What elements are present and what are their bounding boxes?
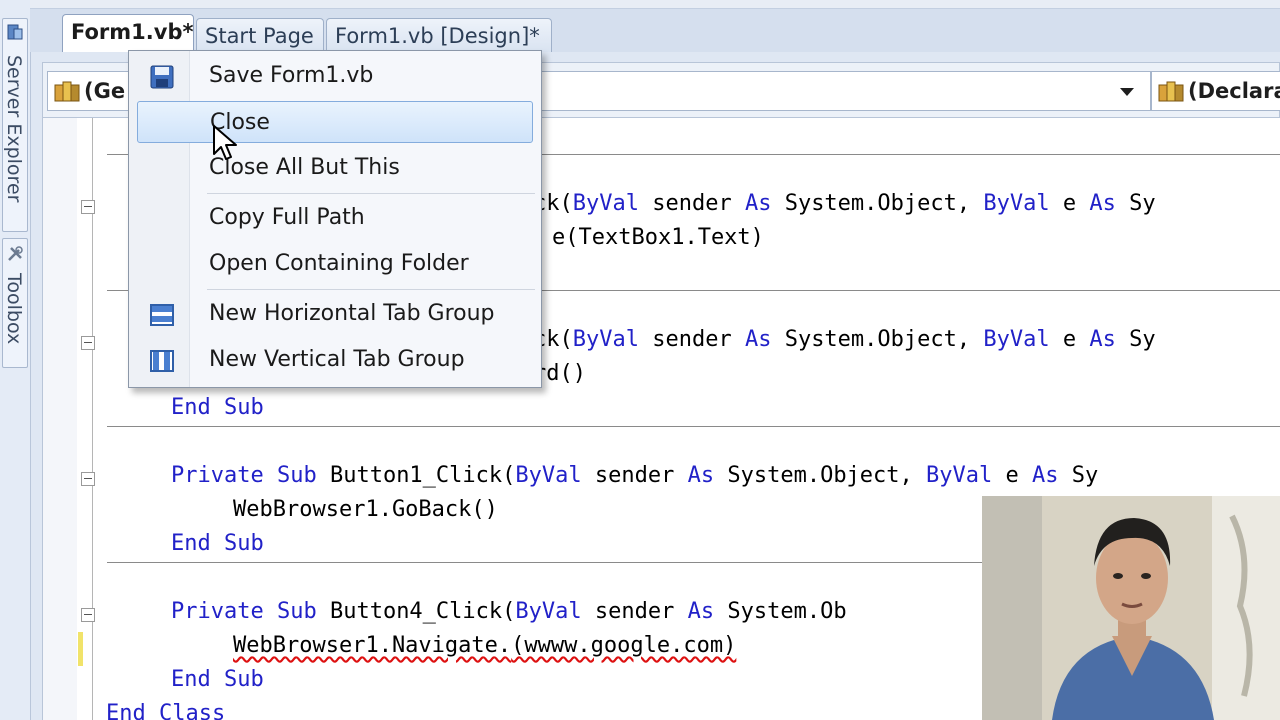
declarations-icon [1158,81,1184,102]
code-line: End Sub [171,395,264,420]
code-line: End Sub [171,531,264,556]
menu-item-label: New Vertical Tab Group [209,347,465,372]
menu-item-label: Copy Full Path [209,205,365,230]
vertical-tab-group-icon [150,350,174,372]
chevron-down-icon [1120,88,1134,96]
menu-item-open-containing-folder[interactable]: Open Containing Folder [131,243,535,285]
code-line: ck(ByVal sender As System.Object, ByVal … [533,327,1156,352]
modified-line-marker [78,632,83,666]
menu-separator [207,289,535,290]
document-tab-bar: Form1.vb* Start Page Form1.vb [Design]* [30,0,1280,52]
collapse-toggle[interactable] [81,608,95,622]
horizontal-tab-group-icon [150,304,174,326]
menu-item-new-horizontal-tab-group[interactable]: New Horizontal Tab Group [131,293,535,335]
method-name-value: (Declara [1188,79,1280,103]
code-line: End Class [106,701,226,720]
code-line: WebBrowser1.Navigate.(wwww.google.com) [233,633,737,658]
method-name-dropdown[interactable]: (Declara [1151,71,1280,111]
class-name-value: (Ge [84,79,126,103]
collapse-toggle[interactable] [81,472,95,486]
menu-item-save[interactable]: Save Form1.vb [131,55,535,97]
menu-item-label: New Horizontal Tab Group [209,301,495,326]
toolbox-icon [8,246,23,261]
menu-separator [207,193,535,194]
code-line: WebBrowser1.GoBack() [233,497,498,522]
menu-item-copy-full-path[interactable]: Copy Full Path [131,197,535,239]
class-icon [54,81,80,102]
tab-form1-vb[interactable]: Form1.vb* [62,14,194,52]
toolbox-label: Toolbox [3,273,25,345]
mouse-cursor-icon [213,125,237,160]
collapse-toggle[interactable] [81,336,95,350]
webcam-overlay [982,496,1280,720]
server-explorer-label: Server Explorer [3,55,25,203]
toolbox-tab[interactable]: Toolbox [2,238,28,368]
menu-item-label: Open Containing Folder [209,251,469,276]
code-line: End Sub [171,667,264,692]
editor-margin [43,118,77,720]
presenter-video-icon [982,496,1280,720]
method-separator [107,426,1280,427]
server-explorer-tab[interactable]: Server Explorer [2,18,28,232]
code-line: e(TextBox1.Text) [552,225,764,250]
menu-item-close[interactable]: Close [137,101,533,143]
code-line: ck(ByVal sender As System.Object, ByVal … [533,191,1156,216]
menu-item-label: Save Form1.vb [209,63,374,88]
tab-form1-design[interactable]: Form1.vb [Design]* [326,18,552,52]
tabbar-top-edge [30,0,1280,9]
tab-start-page[interactable]: Start Page [196,18,324,52]
menu-item-new-vertical-tab-group[interactable]: New Vertical Tab Group [131,339,535,381]
side-tool-strip: Server Explorer Toolbox [0,0,31,720]
code-line: Private Sub Button1_Click(ByVal sender A… [171,463,1099,488]
menu-item-close-all-but-this[interactable]: Close All But This [131,147,535,189]
server-explorer-icon [7,24,23,40]
collapse-toggle[interactable] [81,200,95,214]
tab-context-menu: Save Form1.vb Close Close All But This C… [128,50,542,388]
save-icon [150,65,174,89]
code-line: Private Sub Button4_Click(ByVal sender A… [171,599,847,624]
